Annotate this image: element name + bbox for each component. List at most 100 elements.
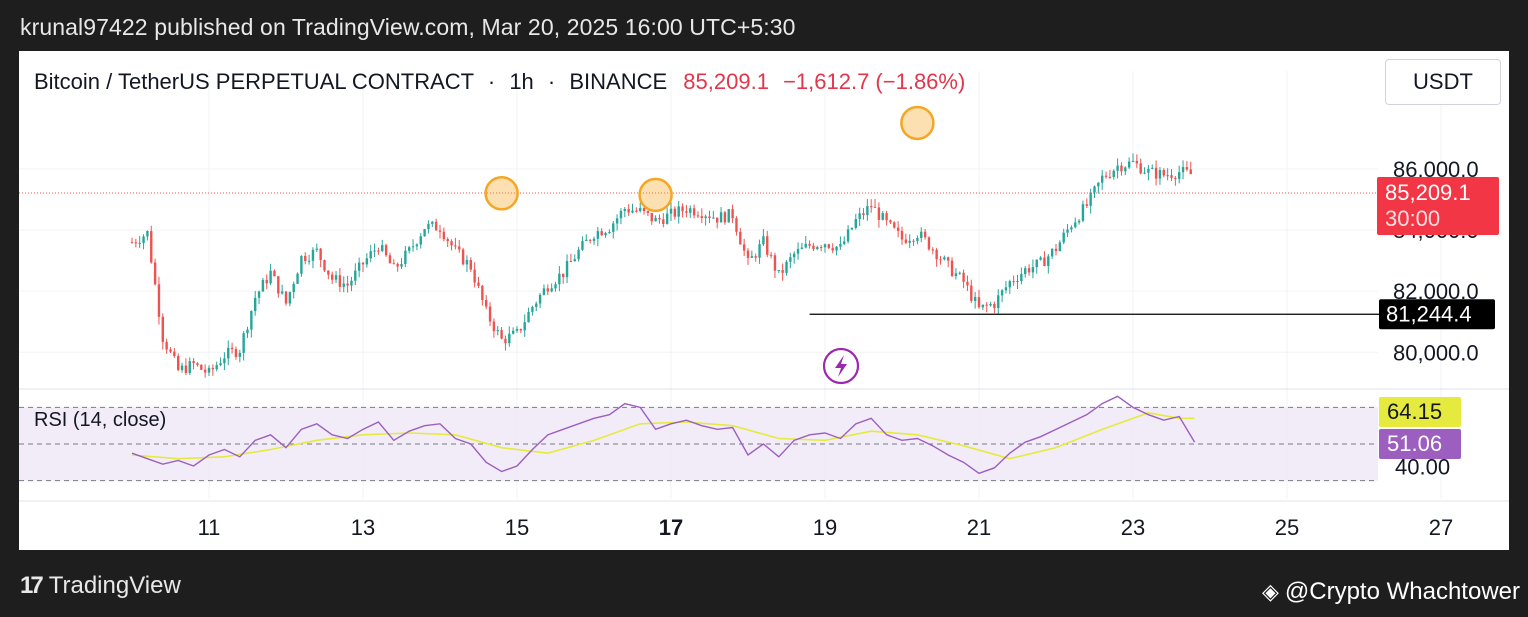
- chart-canvas[interactable]: 80,000.082,000.084,000.086,000.040.00111…: [19, 51, 1509, 550]
- candle-body: [581, 241, 584, 250]
- candle-body: [958, 272, 961, 274]
- currency-selector[interactable]: USDT: [1385, 59, 1501, 105]
- candle-body: [496, 330, 499, 332]
- candle-body: [808, 243, 811, 246]
- candle-body: [165, 341, 168, 350]
- highlight-circle-marker[interactable]: [638, 177, 673, 213]
- candle-body: [273, 270, 276, 277]
- candle-body: [488, 306, 492, 322]
- rsi-legend: RSI (14, close): [34, 409, 167, 431]
- candle-body: [1185, 167, 1189, 170]
- candle-body: [250, 311, 253, 330]
- candle-body: [265, 279, 268, 284]
- binance-diamond-icon: ◈: [1261, 579, 1279, 604]
- candle-body: [550, 288, 553, 292]
- candle-body: [485, 299, 488, 307]
- highlight-circle-marker[interactable]: [484, 176, 519, 211]
- candle-body: [1039, 257, 1042, 260]
- candle-body: [854, 219, 857, 228]
- candle-body: [665, 213, 669, 224]
- highlight-circle-marker[interactable]: [900, 105, 935, 141]
- candle-body: [997, 295, 1000, 309]
- candle-body: [827, 244, 831, 248]
- candle-body: [454, 245, 457, 247]
- candle-body: [546, 288, 549, 292]
- candle-body: [323, 260, 326, 271]
- candle-body: [569, 261, 573, 263]
- candle-body: [153, 262, 157, 285]
- candle-body: [223, 358, 226, 364]
- candle-body: [650, 212, 653, 222]
- candle-body: [1050, 248, 1054, 257]
- candle-body: [962, 272, 965, 282]
- candle-body: [1116, 165, 1119, 171]
- candle-body: [950, 260, 954, 277]
- candle-body: [1066, 229, 1069, 233]
- candle-body: [966, 281, 969, 286]
- candle-body: [1020, 274, 1023, 282]
- time-tick-label: 19: [813, 515, 837, 540]
- candle-body: [511, 330, 515, 334]
- candle-body: [700, 216, 703, 219]
- candle-body: [916, 237, 919, 241]
- candle-body: [689, 208, 692, 213]
- candle-body: [927, 237, 931, 250]
- candle-body: [492, 321, 496, 332]
- candle-body: [307, 260, 311, 262]
- candle-body: [292, 283, 295, 293]
- candle-body: [1131, 160, 1135, 162]
- candle-body: [1093, 186, 1096, 193]
- candle-body: [230, 347, 234, 350]
- candle-body: [523, 322, 526, 331]
- candle-body: [816, 247, 819, 250]
- candle-body: [889, 220, 892, 223]
- candle-body: [1143, 172, 1146, 174]
- candle-body: [234, 349, 238, 357]
- candle-body: [411, 246, 415, 248]
- current-price-label: 85,209.1: [1385, 180, 1471, 205]
- candle-body: [319, 248, 322, 261]
- candle-body: [912, 240, 915, 242]
- candle-body: [157, 284, 161, 317]
- candle-body: [796, 248, 800, 254]
- candle-body: [177, 356, 180, 371]
- candle-body: [662, 219, 665, 224]
- candle-body: [150, 231, 153, 263]
- candle-body: [658, 217, 661, 220]
- candle-body: [881, 213, 884, 220]
- candle-body: [542, 288, 546, 295]
- candle-body: [508, 333, 511, 344]
- candle-body: [685, 211, 688, 213]
- candle-body: [789, 257, 792, 262]
- candle-body: [280, 291, 284, 294]
- candle-body: [1174, 178, 1177, 180]
- candle-body: [989, 304, 992, 306]
- candle-body: [242, 333, 245, 353]
- chart-frame[interactable]: 80,000.082,000.084,000.086,000.040.00111…: [19, 51, 1509, 550]
- candle-body: [396, 263, 399, 267]
- candle-body: [1074, 222, 1077, 228]
- candle-body: [1043, 257, 1046, 267]
- candle-body: [588, 239, 592, 241]
- candle-body: [993, 304, 996, 309]
- candle-body: [1166, 175, 1169, 177]
- candle-body: [908, 240, 911, 243]
- price-tick-label: 80,000.0: [1393, 340, 1479, 365]
- candle-body: [612, 223, 615, 232]
- candle-body: [904, 239, 908, 243]
- candle-body: [408, 247, 411, 251]
- candle-body: [804, 243, 807, 248]
- candle-body: [746, 250, 750, 258]
- candle-body: [642, 208, 646, 212]
- candle-body: [1189, 169, 1192, 175]
- candle-body: [215, 365, 218, 370]
- candle-body: [238, 352, 241, 357]
- candle-body: [758, 244, 761, 258]
- candle-body: [1097, 182, 1100, 187]
- candle-body: [169, 349, 172, 352]
- tradingview-brand: TradingView: [48, 572, 181, 599]
- candle-body: [538, 294, 542, 304]
- candle-body: [130, 242, 134, 244]
- candle-body: [1108, 176, 1112, 178]
- candle-body: [1154, 167, 1158, 179]
